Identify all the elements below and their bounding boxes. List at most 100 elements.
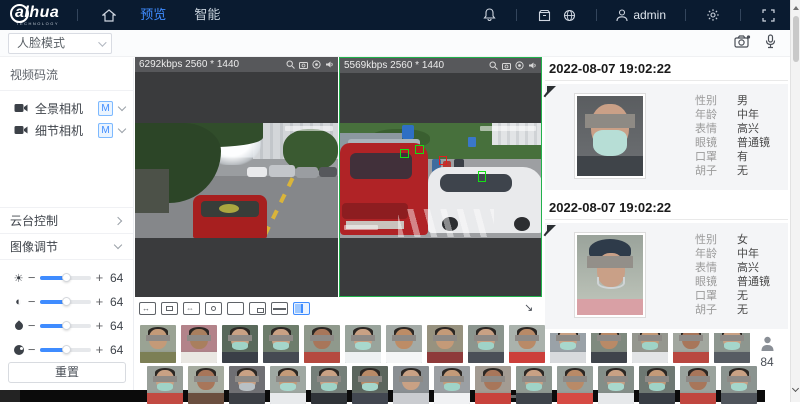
face-thumbnail[interactable] [475, 366, 511, 404]
detection-face-photo[interactable] [577, 96, 643, 176]
face-thumbnail[interactable] [468, 325, 504, 363]
slider-knob[interactable] [62, 321, 71, 330]
fullscreen-icon[interactable] [760, 7, 776, 23]
record-icon[interactable] [205, 302, 222, 315]
snapshot-icon[interactable] [502, 61, 511, 70]
settings-gear-icon[interactable] [705, 7, 721, 23]
face-thumbnail[interactable] [393, 366, 429, 404]
video-pane-panoramic[interactable]: 6292kbps 2560 * 1440 [135, 57, 338, 297]
attribute-value: 无 [737, 289, 748, 303]
attribute-label: 口罩 [695, 289, 727, 303]
detection-card-1: 2022-08-07 19:02:22性别女年龄中年表情高兴眼镜普通镜口罩无胡子… [545, 196, 788, 329]
scrollbar-thumb[interactable] [793, 16, 799, 62]
audio-icon[interactable] [528, 61, 537, 70]
face-mask [355, 342, 371, 350]
slider-value: 64 [110, 295, 125, 309]
tab-intelligence[interactable]: 智能 [180, 0, 234, 30]
face-thumbnail[interactable] [222, 325, 258, 363]
camera-row-0[interactable]: 全景相机M [0, 97, 133, 119]
face-thumbnail[interactable] [263, 325, 299, 363]
audio-icon[interactable] [325, 60, 334, 69]
original-size-icon[interactable] [161, 302, 178, 315]
slider-track[interactable] [40, 324, 91, 328]
alarm-snapshot-icon[interactable] [734, 34, 751, 49]
decrease-button[interactable]: − [25, 271, 38, 285]
face-thumbnail[interactable] [639, 366, 675, 404]
face-thumbnail[interactable] [345, 325, 381, 363]
face-thumbnail[interactable] [598, 366, 634, 404]
face-thumbnail[interactable] [229, 366, 265, 404]
page-scrollbar[interactable] [790, 0, 800, 402]
camera-row-1[interactable]: 细节相机M [0, 119, 133, 141]
user-menu[interactable]: admin [616, 8, 666, 22]
increase-button[interactable]: + [93, 319, 106, 333]
face-thumbnail[interactable] [304, 325, 340, 363]
stretch-icon[interactable]: ⇔ [183, 302, 200, 315]
split-2h-icon[interactable] [271, 302, 288, 315]
face-thumbnail[interactable] [721, 366, 757, 404]
video-pane-detail-selected[interactable]: 5569kbps 2560 * 1440 [339, 57, 542, 297]
slider-track[interactable] [40, 300, 91, 304]
decrease-button[interactable]: − [25, 319, 38, 333]
face-thumbnail[interactable] [434, 366, 470, 404]
decrease-button[interactable]: − [25, 295, 38, 309]
digital-zoom-icon[interactable] [286, 60, 295, 69]
split-2v-icon[interactable] [293, 302, 310, 315]
slider-track[interactable] [40, 348, 91, 352]
increase-button[interactable]: + [93, 295, 106, 309]
face-thumbnail[interactable] [557, 366, 593, 404]
increase-button[interactable]: + [93, 271, 106, 285]
decrease-button[interactable]: − [25, 343, 38, 357]
chevron-down-icon[interactable] [118, 124, 126, 132]
globe-icon[interactable] [561, 7, 577, 23]
slider-value: 64 [110, 271, 125, 285]
snapshot-icon[interactable] [299, 60, 308, 69]
face-thumbnail[interactable] [352, 366, 388, 404]
privacy-blur-bar [358, 376, 382, 382]
digital-zoom-icon[interactable] [489, 61, 498, 70]
slider-knob[interactable] [62, 273, 71, 282]
tab-preview[interactable]: 预览 [126, 0, 180, 30]
resize-handle-icon[interactable]: ↘ [524, 301, 533, 314]
alarm-bell-icon[interactable] [481, 7, 497, 23]
slider-knob[interactable] [62, 297, 71, 306]
attribute-label: 表情 [695, 261, 727, 275]
chevron-down-icon[interactable] [118, 102, 126, 110]
detection-card-body: 性别女年龄中年表情高兴眼镜普通镜口罩无胡子无 [545, 223, 788, 329]
main-stream-badge[interactable]: M [98, 101, 113, 116]
archive-box-icon[interactable] [536, 7, 552, 23]
aspect-ratio-icon[interactable]: ↔ [139, 302, 156, 315]
face-thumbnail[interactable] [311, 366, 347, 404]
face-thumbnail[interactable] [270, 366, 306, 404]
dahua-logo: alhua TECHNOLOGY [12, 5, 59, 26]
home-icon[interactable] [102, 9, 116, 22]
face-thumbnail[interactable] [188, 366, 224, 404]
record-icon[interactable] [515, 61, 524, 70]
face-thumbnail[interactable] [147, 366, 183, 404]
face-thumbnail[interactable] [386, 325, 422, 363]
face-thumbnail[interactable] [516, 366, 552, 404]
face-thumbnail[interactable] [181, 325, 217, 363]
slider-knob[interactable] [62, 345, 71, 354]
attribute-row: 胡子无 [695, 303, 770, 317]
pip-icon[interactable] [249, 302, 266, 315]
main-stream-badge[interactable]: M [98, 123, 113, 138]
face-thumbnail[interactable] [680, 366, 716, 404]
image-adjust-section[interactable]: 图像调节 [0, 234, 133, 259]
microphone-icon[interactable] [765, 34, 776, 49]
scroll-up-arrow[interactable] [793, 6, 799, 10]
face-thumbnail[interactable] [509, 325, 545, 363]
face-mask [239, 383, 255, 391]
detection-face-photo[interactable] [577, 235, 643, 315]
face-mask [362, 383, 378, 391]
scroll-down-arrow[interactable] [792, 385, 799, 392]
mode-select-dropdown[interactable]: 人脸模式 [8, 33, 112, 54]
face-thumbnail[interactable] [140, 325, 176, 363]
ptz-control-section[interactable]: 云台控制 [0, 208, 133, 233]
record-icon[interactable] [312, 60, 321, 69]
slider-track[interactable] [40, 276, 91, 280]
reset-button[interactable]: 重置 [8, 362, 126, 383]
face-thumbnail[interactable] [427, 325, 463, 363]
single-window-icon[interactable] [227, 302, 244, 315]
increase-button[interactable]: + [93, 343, 106, 357]
